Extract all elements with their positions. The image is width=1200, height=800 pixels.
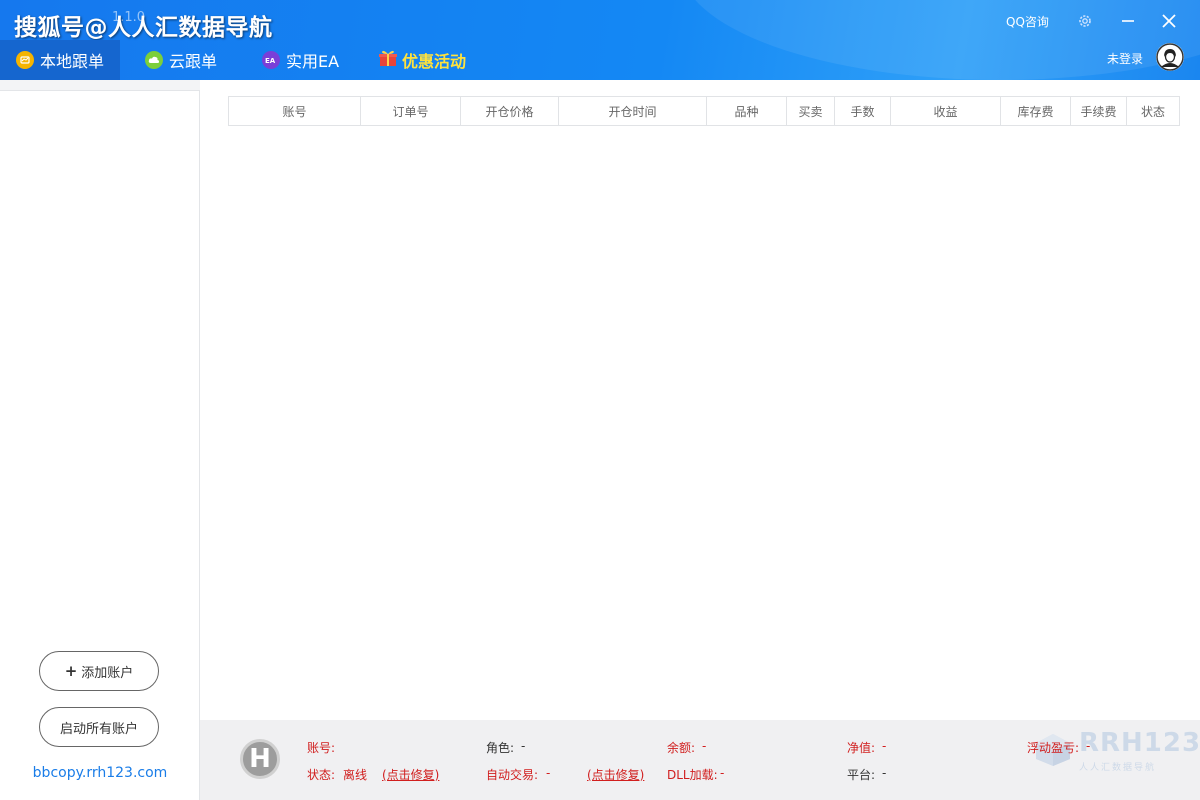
cloud-follow-icon — [145, 51, 163, 69]
add-account-label: 添加账户 — [81, 665, 134, 681]
website-link[interactable]: bbcopy.rrh123.com — [0, 765, 200, 781]
start-all-accounts-button[interactable]: 启动所有账户 — [39, 707, 159, 747]
dll-label: DLL加载: — [667, 768, 718, 782]
column-header-account[interactable]: 账号 — [229, 97, 361, 125]
svg-text:EA: EA — [265, 57, 276, 65]
role-label: 角色: — [486, 741, 515, 755]
ea-icon: EA — [262, 51, 280, 69]
settings-gear-icon[interactable] — [1072, 8, 1098, 34]
minimize-icon[interactable] — [1115, 8, 1141, 34]
column-header-open-time[interactable]: 开仓时间 — [559, 97, 707, 125]
platform-value: - — [882, 766, 887, 780]
column-header-open-price[interactable]: 开仓价格 — [461, 97, 559, 125]
local-follow-icon — [16, 51, 34, 69]
auto-trade-value: - — [546, 766, 551, 780]
account-status-bar: H 账号: 状态: 离线 (点击修复) 角色: - 自动交易: - (点击修复)… — [200, 720, 1200, 800]
title-bar: 1.1.0 搜狐号@人人汇数据导航 QQ咨询 本地跟单 云跟单 EA 实用EA … — [0, 0, 1200, 80]
equity-label: 净值: — [847, 741, 876, 755]
orders-table-header: 账号 订单号 开仓价格 开仓时间 品种 买卖 手数 收益 库存费 手续费 状态 — [228, 96, 1180, 126]
gift-icon — [378, 49, 398, 71]
role-value: - — [521, 739, 526, 753]
column-header-symbol[interactable]: 品种 — [707, 97, 787, 125]
repair-link-auto-trade[interactable]: (点击修复) — [587, 766, 644, 783]
tab-local-follow[interactable]: 本地跟单 — [0, 40, 120, 80]
user-avatar-icon — [1156, 43, 1184, 71]
column-header-status[interactable]: 状态 — [1127, 97, 1179, 125]
column-header-lots[interactable]: 手数 — [835, 97, 891, 125]
column-header-side[interactable]: 买卖 — [787, 97, 835, 125]
balance-label: 余额: — [667, 741, 696, 755]
main-tabs: 本地跟单 云跟单 EA 实用EA 优惠活动 — [0, 40, 800, 80]
column-header-commission[interactable]: 手续费 — [1071, 97, 1127, 125]
platform-label: 平台: — [847, 768, 876, 782]
floating-pl-label: 浮动盈亏: — [1027, 741, 1080, 755]
h-logo-icon: H — [240, 739, 280, 779]
tab-promotions[interactable]: 优惠活动 — [378, 40, 466, 80]
tab-label: 实用EA — [286, 52, 340, 71]
column-header-order-id[interactable]: 订单号 — [361, 97, 461, 125]
watermark-subtitle: 人人汇数据导航 — [1079, 763, 1157, 773]
tab-label: 优惠活动 — [402, 52, 467, 71]
balance-value: - — [702, 739, 707, 753]
plus-icon: + — [64, 662, 78, 680]
equity-value: - — [882, 739, 887, 753]
column-header-swap[interactable]: 库存费 — [1001, 97, 1071, 125]
qq-consult-link[interactable]: QQ咨询 — [1006, 13, 1049, 30]
close-icon[interactable] — [1156, 8, 1182, 34]
auto-trade-label: 自动交易: — [486, 768, 539, 782]
tab-cloud-follow[interactable]: 云跟单 — [145, 40, 217, 80]
tab-practical-ea[interactable]: EA 实用EA — [262, 40, 339, 80]
account-sidebar: + 添加账户 启动所有账户 bbcopy.rrh123.com — [0, 90, 200, 800]
start-all-label: 启动所有账户 — [59, 721, 138, 737]
watermark-brand: RRH123 — [1079, 728, 1200, 758]
floating-pl-value: - — [1086, 739, 1091, 753]
dll-value: - — [720, 766, 725, 780]
account-label: 账号: — [307, 741, 336, 755]
orders-panel: 账号 订单号 开仓价格 开仓时间 品种 买卖 手数 收益 库存费 手续费 状态 — [200, 80, 1200, 720]
status-label: 状态: — [307, 768, 336, 782]
app-title: 搜狐号@人人汇数据导航 — [14, 15, 273, 41]
avatar[interactable] — [1156, 43, 1184, 71]
login-status[interactable]: 未登录 — [1107, 50, 1143, 67]
status-value: 离线 — [343, 768, 368, 782]
column-header-profit[interactable]: 收益 — [891, 97, 1001, 125]
add-account-button[interactable]: + 添加账户 — [39, 651, 159, 691]
repair-link[interactable]: (点击修复) — [382, 766, 439, 783]
tab-label: 云跟单 — [169, 52, 218, 71]
tab-label: 本地跟单 — [40, 52, 105, 71]
